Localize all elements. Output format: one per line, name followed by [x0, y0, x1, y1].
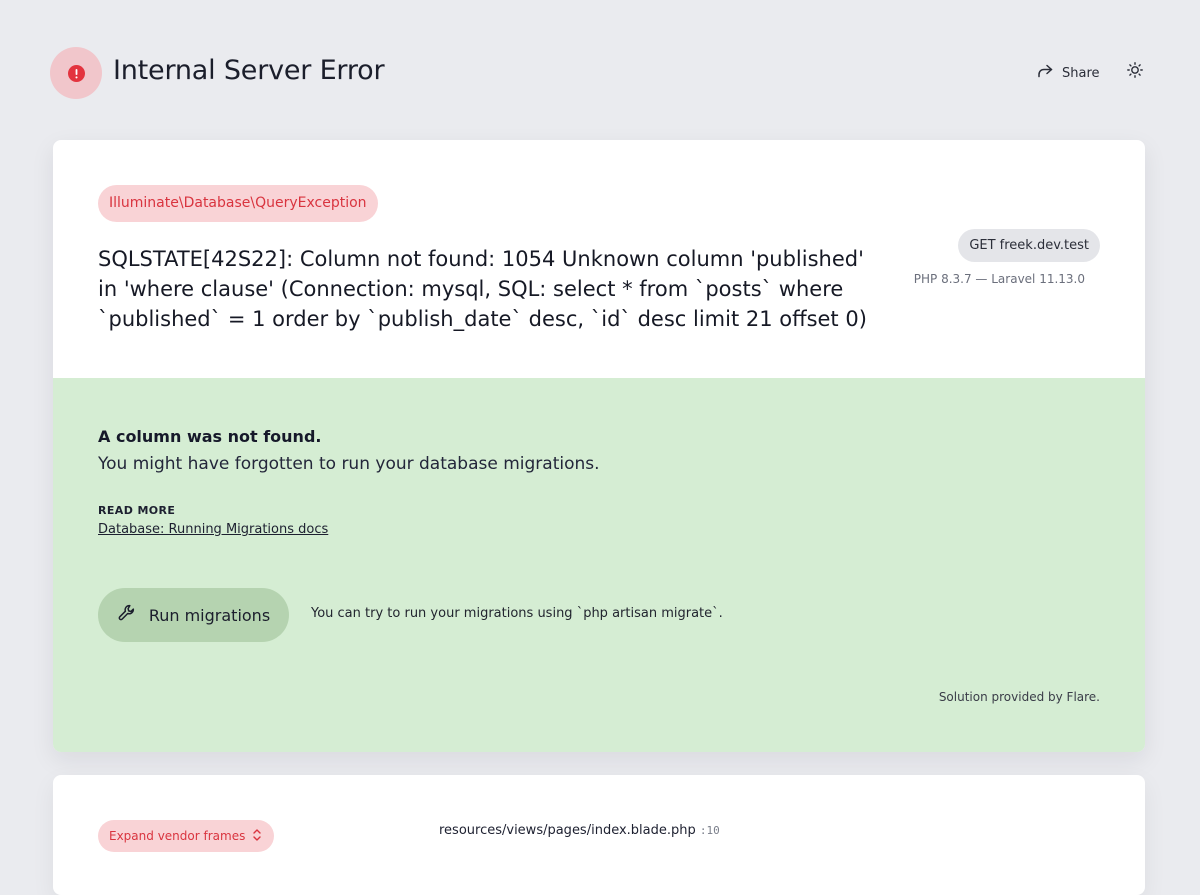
- version-info: PHP 8.3.7 — Laravel 11.13.0: [913, 272, 1085, 286]
- solution-panel: A column was not found. You might have f…: [53, 378, 1145, 752]
- exception-card: Illuminate\Database\QueryException SQLST…: [53, 140, 1145, 752]
- share-button[interactable]: Share: [1036, 62, 1100, 84]
- frame-line-number: :10: [699, 824, 720, 837]
- migrations-docs-link[interactable]: Database: Running Migrations docs: [98, 522, 328, 537]
- expand-vendor-frames-button[interactable]: Expand vendor frames: [98, 820, 275, 852]
- page-title: Internal Server Error: [113, 55, 385, 86]
- run-migrations-hint: You can try to run your migrations using…: [311, 606, 723, 621]
- read-more-label: READ MORE: [98, 504, 176, 517]
- error-icon: [50, 47, 102, 99]
- stack-trace-card: Expand vendor frames resources/views/pag…: [53, 775, 1145, 895]
- share-icon: [1036, 62, 1054, 84]
- frame-file-path: resources/views/pages/index.blade.php: [439, 823, 696, 838]
- share-label: Share: [1062, 65, 1100, 81]
- solution-provider: Solution provided by Flare.: [938, 690, 1100, 704]
- solution-description: You might have forgotten to run your dat…: [98, 454, 600, 474]
- run-migrations-label: Run migrations: [148, 605, 271, 625]
- exception-message: SQLSTATE[42S22]: Column not found: 1054 …: [98, 247, 867, 331]
- request-badge: GET freek.dev.test: [958, 229, 1100, 262]
- theme-toggle-button[interactable]: [1125, 62, 1145, 82]
- wrench-icon: [117, 603, 137, 627]
- run-migrations-button[interactable]: Run migrations: [98, 588, 289, 642]
- chevron-up-down-icon: [251, 828, 263, 845]
- expand-vendor-frames-label: Expand vendor frames: [109, 829, 246, 843]
- solution-title: A column was not found.: [98, 427, 322, 446]
- top-bar: Internal Server Error Share: [0, 0, 1200, 140]
- exception-class-badge: Illuminate\Database\QueryException: [98, 185, 378, 222]
- sun-icon: [1126, 61, 1144, 83]
- stack-frame[interactable]: resources/views/pages/index.blade.php :1…: [439, 823, 720, 838]
